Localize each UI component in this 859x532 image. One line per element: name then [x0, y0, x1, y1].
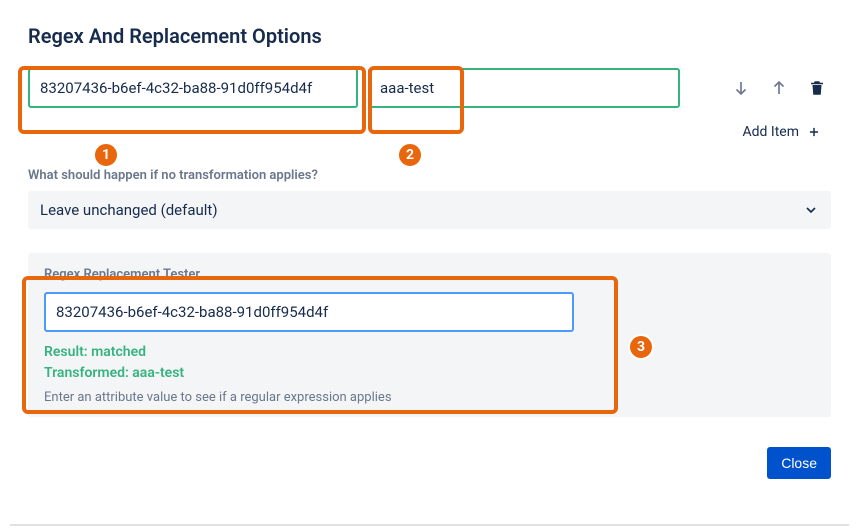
trash-icon: [808, 79, 826, 97]
tester-hint: Enter an attribute value to see if a reg…: [44, 390, 815, 405]
arrow-up-icon: [770, 79, 788, 97]
move-down-button[interactable]: [727, 74, 755, 102]
tester-transformed: Transformed: aaa-test: [44, 363, 815, 384]
chevron-down-icon: [803, 202, 819, 218]
plus-icon: [807, 125, 821, 139]
tester-result: Result: matched: [44, 342, 815, 363]
tester-input[interactable]: 83207436-b6ef-4c32-ba88-91d0ff954d4f: [44, 292, 574, 332]
regex-input[interactable]: 83207436-b6ef-4c32-ba88-91d0ff954d4f: [28, 68, 358, 108]
arrow-down-icon: [732, 79, 750, 97]
move-up-button[interactable]: [765, 74, 793, 102]
no-transform-label: What should happen if no transformation …: [28, 168, 831, 183]
regex-input-value: 83207436-b6ef-4c32-ba88-91d0ff954d4f: [40, 79, 312, 97]
add-item-button[interactable]: Add Item: [733, 118, 832, 146]
delete-row-button[interactable]: [803, 74, 831, 102]
replacement-input[interactable]: aaa-test: [368, 68, 680, 108]
divider: [10, 524, 849, 526]
tester-input-value: 83207436-b6ef-4c32-ba88-91d0ff954d4f: [56, 303, 328, 321]
replacement-input-value: aaa-test: [380, 79, 434, 97]
no-transform-value: Leave unchanged (default): [40, 201, 218, 219]
page-title: Regex And Replacement Options: [28, 24, 831, 48]
regex-tester-panel: Regex Replacement Tester 83207436-b6ef-4…: [28, 253, 831, 417]
add-item-label: Add Item: [743, 124, 800, 140]
no-transform-select[interactable]: Leave unchanged (default): [28, 191, 831, 229]
tester-label: Regex Replacement Tester: [44, 267, 815, 282]
close-button[interactable]: Close: [767, 447, 831, 479]
regex-row: 83207436-b6ef-4c32-ba88-91d0ff954d4f aaa…: [28, 68, 831, 108]
